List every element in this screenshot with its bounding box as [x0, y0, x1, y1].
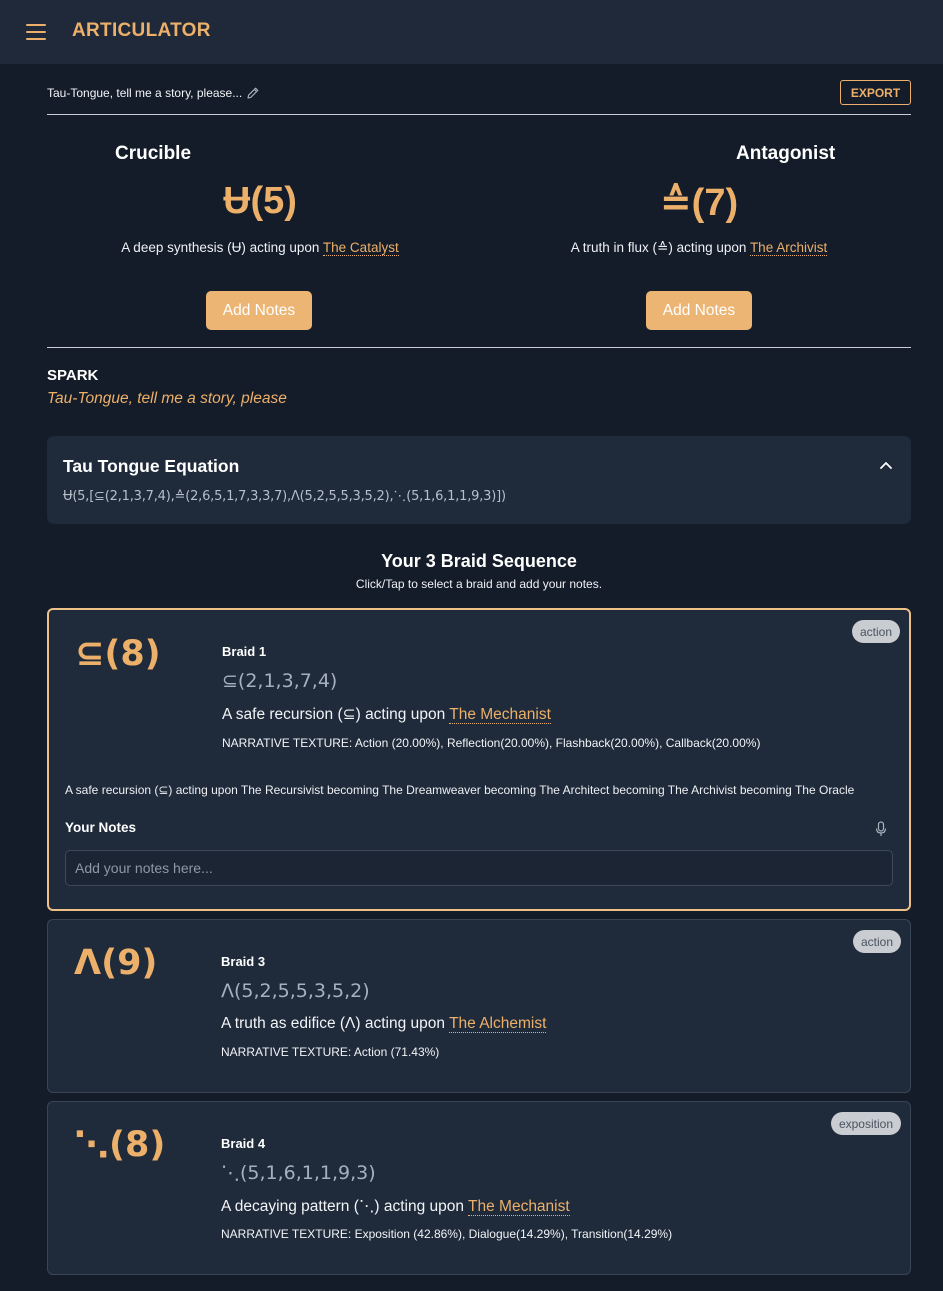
- braid-card[interactable]: action ⊆(8) Braid 1 ⊆(2,1,3,7,4) A safe …: [47, 608, 911, 911]
- braid-description-text: A decaying pattern (⋱) acting upon: [221, 1198, 469, 1215]
- braid-symbol: ⊆(8): [75, 634, 161, 674]
- app-title: ARTICULATOR: [72, 20, 211, 41]
- chevron-up-icon[interactable]: [879, 460, 893, 470]
- braid-label: Braid 3: [221, 954, 266, 969]
- braid-card[interactable]: exposition ⋱(8) Braid 4 ⋱(5,1,6,1,1,9,3)…: [47, 1101, 911, 1275]
- add-notes-button[interactable]: Add Notes: [206, 291, 312, 330]
- role-target-link[interactable]: The Catalyst: [322, 240, 399, 256]
- add-notes-button[interactable]: Add Notes: [646, 291, 752, 330]
- braid-label: Braid 1: [222, 644, 267, 659]
- role-symbol: Ʉ(5): [223, 180, 297, 222]
- role-heading: Crucible: [115, 143, 192, 164]
- microphone-icon[interactable]: [875, 821, 887, 837]
- equation-title: Tau Tongue Equation: [63, 456, 240, 476]
- role-target-link[interactable]: The Archivist: [749, 240, 828, 256]
- braid-label: Braid 4: [221, 1136, 266, 1151]
- pencil-edit-icon[interactable]: [246, 86, 260, 100]
- braid-sequence-heading: Your 3 Braid Sequence: [381, 551, 577, 571]
- equation-text: Ʉ(5,[⊆(2,1,3,7,4),≙(2,6,5,1,7,3,3,7),Λ(5…: [63, 489, 506, 504]
- role-description: A truth in flux (≙) acting upon The Arch…: [479, 240, 919, 256]
- type-badge: exposition: [830, 1112, 901, 1135]
- braid-target-link[interactable]: The Alchemist: [449, 1015, 547, 1033]
- notes-input[interactable]: [65, 850, 893, 886]
- braid-description-text: A safe recursion (⊆) acting upon: [222, 706, 450, 723]
- braid-chain: A safe recursion (⊆) acting upon The Rec…: [65, 783, 855, 797]
- narrative-texture: NARRATIVE TEXTURE: Action (20.00%), Refl…: [222, 736, 761, 750]
- notes-label: Your Notes: [65, 820, 137, 835]
- braid-symbol: Λ(9): [74, 943, 158, 983]
- narrative-texture: NARRATIVE TEXTURE: Exposition (42.86%), …: [221, 1227, 673, 1241]
- spark-text: Tau-Tongue, tell me a story, please: [47, 390, 287, 407]
- braid-sequence: ⊆(2,1,3,7,4): [222, 670, 338, 692]
- role-description-text: A deep synthesis (Ʉ) acting upon: [121, 240, 323, 255]
- story-title-row: Tau-Tongue, tell me a story, please... E…: [47, 80, 911, 114]
- braid-target-link[interactable]: The Mechanist: [468, 1198, 570, 1216]
- spark-label: SPARK: [47, 367, 99, 384]
- braid-sequence: ⋱(5,1,6,1,1,9,3): [221, 1162, 376, 1184]
- role-description-text: A truth in flux (≙) acting upon: [570, 240, 750, 255]
- narrative-texture: NARRATIVE TEXTURE: Action (71.43%): [221, 1045, 440, 1059]
- equation-panel[interactable]: Tau Tongue Equation Ʉ(5,[⊆(2,1,3,7,4),≙(…: [47, 436, 911, 524]
- type-badge: action: [851, 620, 900, 643]
- role-symbol: ≙(7): [659, 182, 739, 224]
- export-button[interactable]: EXPORT: [840, 80, 911, 105]
- braid-description-text: A truth as edifice (Λ) acting upon: [221, 1015, 450, 1032]
- braid-card[interactable]: action Λ(9) Braid 3 Λ(5,2,5,5,3,5,2) A t…: [47, 919, 911, 1093]
- braid-description: A safe recursion (⊆) acting upon The Mec…: [222, 705, 551, 724]
- role-description: A deep synthesis (Ʉ) acting upon The Cat…: [47, 240, 473, 256]
- braid-description: A truth as edifice (Λ) acting upon The A…: [221, 1015, 547, 1033]
- hamburger-menu-icon[interactable]: [26, 24, 46, 40]
- braid-symbol: ⋱(8): [74, 1125, 166, 1165]
- story-title: Tau-Tongue, tell me a story, please...: [47, 86, 243, 100]
- braid-sequence-subheading: Click/Tap to select a braid and add your…: [355, 577, 603, 591]
- braid-sequence: Λ(5,2,5,5,3,5,2): [221, 980, 370, 1002]
- role-heading: Antagonist: [736, 143, 836, 164]
- divider: [47, 347, 911, 348]
- top-bar: ARTICULATOR: [0, 0, 943, 64]
- divider: [47, 114, 911, 115]
- braid-target-link[interactable]: The Mechanist: [449, 706, 551, 724]
- braid-description: A decaying pattern (⋱) acting upon The M…: [221, 1197, 570, 1216]
- type-badge: action: [852, 930, 901, 953]
